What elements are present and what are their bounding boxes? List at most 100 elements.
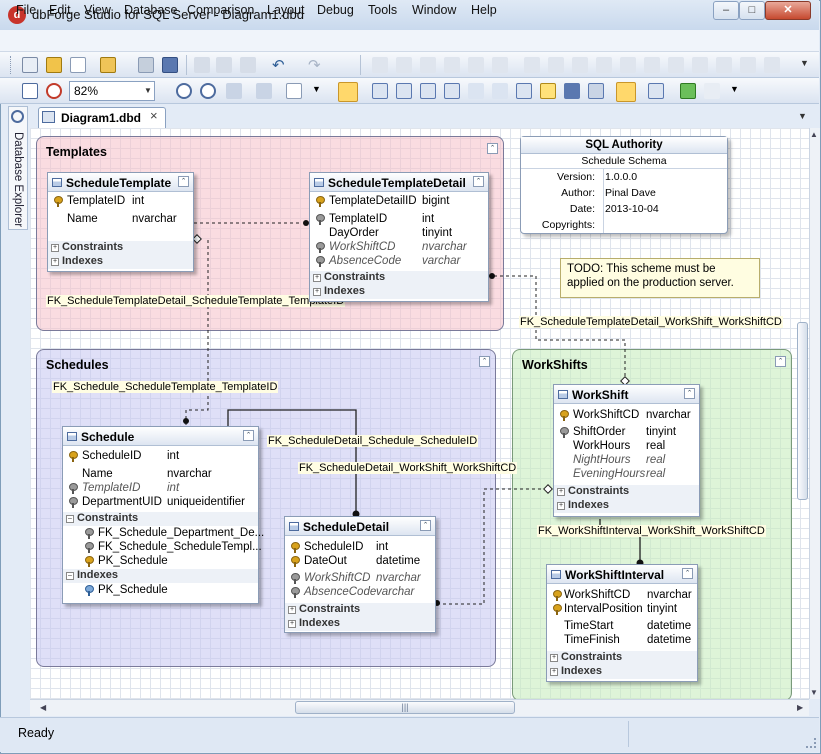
constraint-item[interactable]: FK_Schedule_Department_De...	[98, 527, 264, 539]
relation-label-fk6[interactable]: FK_WorkShiftInterval_WorkShift_WorkShift…	[537, 525, 766, 537]
table-icon	[314, 178, 324, 187]
entity-schedule-detail[interactable]: ScheduleDetail ⌃ ScheduleID int DateOut d…	[284, 516, 436, 633]
column-name[interactable]: ShiftOrder	[573, 426, 625, 438]
vertical-scroll-thumb[interactable]	[797, 322, 808, 500]
column-name[interactable]: DepartmentUID	[82, 496, 162, 508]
constraint-item[interactable]: FK_Schedule_ScheduleTempl...	[98, 541, 262, 553]
column-name[interactable]: TemplateID	[82, 482, 140, 494]
relation-label-fk4[interactable]: FK_ScheduleDetail_Schedule_ScheduleID	[267, 435, 479, 447]
horizontal-scroll-thumb[interactable]: |||	[295, 701, 515, 714]
column-name[interactable]: Name	[82, 468, 113, 480]
section-indexes[interactable]: + Indexes	[547, 665, 697, 679]
column-type: datetime	[647, 634, 692, 646]
column-name[interactable]: TemplateDetailID	[329, 195, 417, 207]
section-constraints[interactable]: + Constraints	[285, 603, 435, 617]
collapse-icon[interactable]: ⌃	[682, 568, 693, 579]
expand-icon[interactable]: +	[313, 274, 321, 282]
stamp-value[interactable]: Pinal Dave	[605, 187, 656, 199]
section-indexes[interactable]: – Indexes	[63, 569, 258, 583]
section-constraints[interactable]: + Constraints	[48, 241, 193, 255]
stamp-value[interactable]: 2013-10-04	[605, 203, 659, 215]
section-label: Constraints	[324, 271, 386, 283]
column-name[interactable]: WorkHours	[573, 440, 630, 452]
expand-icon[interactable]: +	[288, 620, 296, 628]
expand-icon[interactable]: +	[51, 244, 59, 252]
column-name[interactable]: Name	[67, 213, 98, 225]
relation-label-fk5[interactable]: FK_ScheduleDetail_WorkShift_WorkShiftCD	[298, 462, 518, 474]
collapse-icon[interactable]: –	[66, 572, 74, 580]
index-item[interactable]: PK_Schedule	[98, 584, 168, 596]
entity-workshift[interactable]: WorkShift ⌃ WorkShiftCD nvarchar ShiftOrd…	[553, 384, 700, 517]
relation-end	[183, 418, 189, 424]
scroll-right-icon[interactable]: ▶	[797, 703, 803, 712]
column-name[interactable]: DateOut	[304, 555, 347, 567]
authority-stamp[interactable]: SQL Authority Schedule Schema Version: 1…	[520, 136, 728, 234]
collapse-icon[interactable]: ⌃	[473, 176, 484, 187]
column-type: int	[167, 450, 180, 462]
column-type: varchar	[422, 255, 461, 267]
entity-title: WorkShiftInterval	[565, 568, 665, 582]
expand-icon[interactable]: +	[288, 606, 296, 614]
column-name[interactable]: TemplateID	[329, 213, 387, 225]
column-name[interactable]: DayOrder	[329, 227, 379, 239]
relation-start	[543, 484, 553, 494]
column-name[interactable]: WorkShiftCD	[564, 589, 630, 601]
column-type: datetime	[376, 555, 421, 567]
relation-end	[489, 273, 495, 279]
section-indexes[interactable]: + Indexes	[310, 285, 488, 299]
column-name[interactable]: AbsenceCode	[329, 255, 401, 267]
collapse-icon[interactable]: ⌃	[178, 176, 189, 187]
column-name[interactable]: AbsenceCode	[304, 586, 376, 598]
todo-note[interactable]: TODO: This scheme must be applied on the…	[560, 258, 760, 298]
entity-workshift-interval[interactable]: WorkShiftInterval ⌃ WorkShiftCD nvarchar …	[546, 564, 698, 682]
section-indexes[interactable]: + Indexes	[554, 499, 699, 513]
scroll-up-icon[interactable]: ▲	[810, 130, 818, 139]
column-name[interactable]: IntervalPosition	[564, 603, 643, 615]
column-type: int	[167, 482, 180, 494]
relation-label-fk2[interactable]: FK_ScheduleTemplateDetail_WorkShift_Work…	[519, 316, 783, 328]
section-constraints[interactable]: – Constraints	[63, 512, 258, 526]
section-indexes[interactable]: + Indexes	[285, 617, 435, 631]
relation-label-fk1[interactable]: FK_ScheduleTemplateDetail_ScheduleTempla…	[46, 295, 346, 307]
scroll-left-icon[interactable]: ◀	[40, 703, 46, 712]
constraint-item[interactable]: PK_Schedule	[98, 555, 168, 567]
column-name[interactable]: WorkShiftCD	[573, 409, 639, 421]
expand-icon[interactable]: +	[550, 654, 558, 662]
section-label: Indexes	[561, 665, 602, 677]
expand-icon[interactable]: +	[313, 288, 321, 296]
collapse-icon[interactable]: ⌃	[243, 430, 254, 441]
collapse-icon[interactable]: –	[66, 515, 74, 523]
primary-key-icon	[54, 196, 63, 207]
resize-grip-icon[interactable]	[806, 738, 816, 748]
column-type: nvarchar	[646, 409, 691, 421]
column-name[interactable]: TemplateID	[67, 195, 125, 207]
entity-schedule-template[interactable]: ScheduleTemplate ⌃ TemplateID int Name nv…	[47, 172, 194, 272]
column-name[interactable]: EveningHours	[573, 468, 645, 480]
section-constraints[interactable]: + Constraints	[547, 651, 697, 665]
relation-label-fk3[interactable]: FK_Schedule_ScheduleTemplate_TemplateID	[52, 381, 279, 393]
expand-icon[interactable]: +	[550, 668, 558, 676]
column-type: real	[646, 440, 666, 452]
collapse-icon[interactable]: ⌃	[684, 388, 695, 399]
section-constraints[interactable]: + Constraints	[554, 485, 699, 499]
column-name[interactable]: ScheduleID	[82, 450, 141, 462]
entity-schedule[interactable]: Schedule ⌃ ScheduleID int Name nvarchar T…	[62, 426, 264, 604]
column-name[interactable]: NightHours	[573, 454, 631, 466]
column-name[interactable]: WorkShiftCD	[304, 572, 370, 584]
expand-icon[interactable]: +	[557, 502, 565, 510]
section-indexes[interactable]: + Indexes	[48, 255, 193, 269]
entity-schedule-template-detail[interactable]: ScheduleTemplateDetail ⌃ TemplateDetailID…	[309, 172, 489, 302]
section-label: Indexes	[324, 285, 365, 297]
expand-icon[interactable]: +	[557, 488, 565, 496]
expand-icon[interactable]: +	[51, 258, 59, 266]
column-name[interactable]: TimeFinish	[564, 634, 620, 646]
column-name[interactable]: ScheduleID	[304, 541, 363, 553]
collapse-icon[interactable]: ⌃	[420, 520, 431, 531]
column-name[interactable]: WorkShiftCD	[329, 241, 395, 253]
scroll-down-icon[interactable]: ▼	[810, 688, 818, 697]
vertical-scrollbar[interactable]	[809, 128, 820, 699]
stamp-value[interactable]: 1.0.0.0	[605, 171, 637, 183]
section-constraints[interactable]: + Constraints	[310, 271, 488, 285]
section-label: Constraints	[77, 512, 139, 524]
column-name[interactable]: TimeStart	[564, 620, 613, 632]
